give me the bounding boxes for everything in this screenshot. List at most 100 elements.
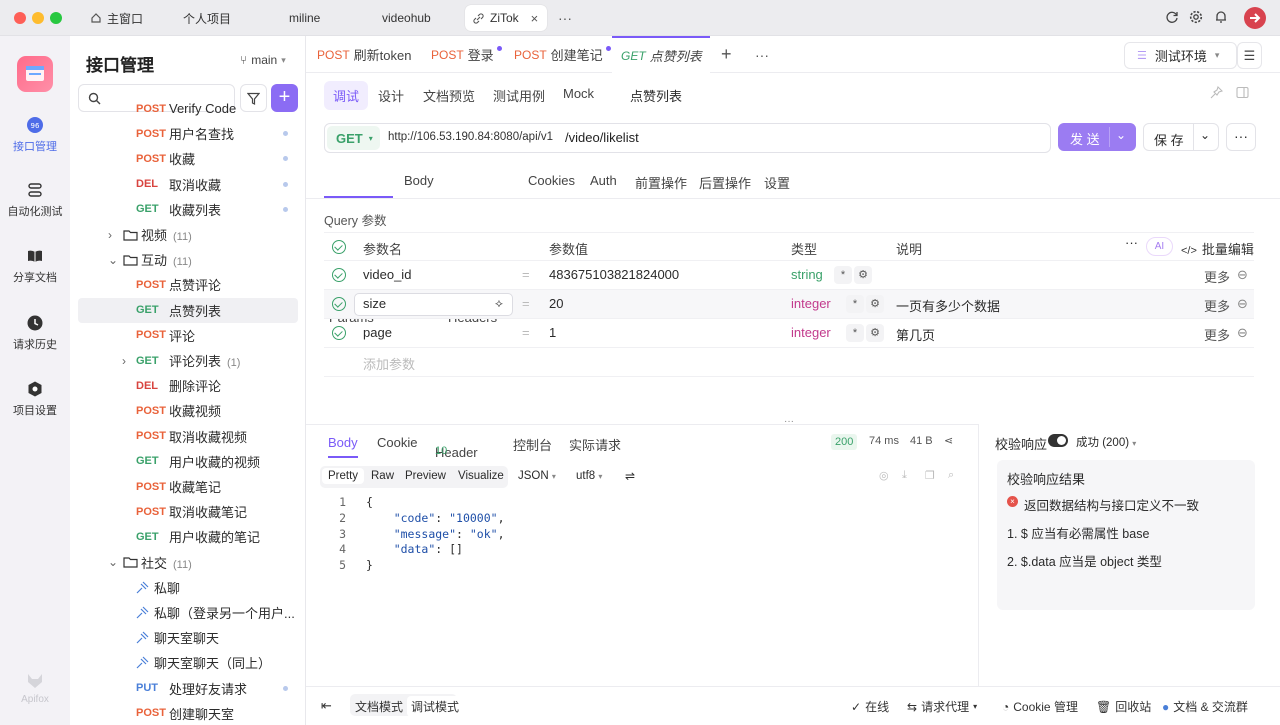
project-logo[interactable] (17, 56, 53, 92)
format-pretty[interactable]: Pretty (322, 468, 365, 484)
chevron-down-icon[interactable]: ⌄ (108, 555, 118, 569)
tree-folder[interactable]: ⌄ 社交 (11) (78, 550, 298, 575)
encoding-selector[interactable]: utf8 ▾ (576, 470, 602, 482)
request-tab-login[interactable]: POST 登录 (431, 36, 502, 73)
debug-mode-button[interactable]: 调试模式 (407, 696, 464, 717)
more-actions-button[interactable]: ··· (1226, 123, 1256, 151)
param-more-button[interactable]: 更多 (1204, 325, 1230, 344)
add-param-row[interactable]: 添加参数 (324, 348, 1254, 377)
validate-toggle[interactable] (1048, 434, 1068, 447)
param-type[interactable]: integer (791, 296, 831, 311)
recycle-bin-button[interactable]: 🗑 回收站 (1096, 698, 1151, 715)
rail-item-api[interactable]: 96 接口管理 (0, 116, 70, 154)
format-preview[interactable]: Preview (405, 470, 446, 482)
response-tab-actual-request[interactable]: 实际请求 (569, 435, 621, 454)
request-tab-create-note[interactable]: POST 创建笔记 (514, 36, 611, 73)
param-type[interactable]: string (791, 267, 823, 282)
remove-param-icon[interactable]: ⊖ (1237, 296, 1248, 312)
docs-community-button[interactable]: ● 文档 & 交流群 (1162, 698, 1248, 715)
param-name[interactable]: video_id (363, 267, 411, 282)
close-window-button[interactable] (14, 12, 26, 24)
tree-item[interactable]: PUT 处理好友请求 (78, 676, 298, 701)
subnav-design[interactable]: 设计 (378, 86, 404, 105)
tab-pre-actions[interactable]: 前置操作 (635, 173, 687, 192)
window-tab-home[interactable]: 主窗口 (90, 5, 143, 31)
collapse-sidebar-icon[interactable]: ⇤ (321, 698, 332, 714)
bulk-edit-button[interactable]: </> 批量编辑 (1181, 239, 1254, 258)
param-checkbox[interactable] (332, 268, 346, 282)
tree-item[interactable]: GET 点赞列表 (78, 297, 298, 323)
panel-toggle-icon[interactable] (1236, 86, 1249, 99)
subnav-test-cases[interactable]: 测试用例 (493, 86, 545, 105)
param-name[interactable]: size (363, 296, 386, 311)
rail-item-settings[interactable]: 项目设置 (0, 380, 70, 418)
minimize-window-button[interactable] (32, 12, 44, 24)
tab-cookies[interactable]: Cookies (528, 173, 575, 188)
subnav-debug[interactable]: 调试 (324, 81, 369, 110)
tree-item[interactable]: POST 评论 (78, 323, 298, 348)
tree-item[interactable]: DEL 取消收藏 (78, 172, 298, 197)
tree-item[interactable]: 私聊 (78, 575, 298, 600)
tree-item[interactable]: GET 用户收藏的笔记 (78, 524, 298, 549)
wrap-icon[interactable]: ⇌ (625, 469, 635, 483)
send-button[interactable]: 发 送 ⌄ (1058, 123, 1136, 151)
tree-item[interactable]: GET 用户收藏的视频 (78, 449, 298, 474)
subnav-doc-preview[interactable]: 文档预览 (423, 86, 475, 105)
pin-icon[interactable] (1210, 86, 1223, 99)
download-icon[interactable]: ⤓ (902, 469, 907, 482)
chevron-right-icon[interactable]: › (122, 354, 126, 368)
rail-item-automation[interactable]: 自动化测试 (0, 181, 70, 219)
format-raw[interactable]: Raw (371, 470, 394, 482)
more-request-tabs-button[interactable]: ··· (755, 36, 769, 73)
menu-button[interactable]: ☰ (1237, 42, 1262, 69)
tab-post-actions[interactable]: 后置操作 (699, 173, 751, 192)
required-toggle[interactable]: * (846, 295, 864, 313)
window-tab-videohub[interactable]: videohub (382, 5, 431, 31)
refresh-icon[interactable] (1165, 10, 1179, 24)
subnav-mock[interactable]: Mock (563, 86, 594, 101)
tree-item[interactable]: 私聊（登录另一个用户... (78, 600, 298, 625)
tab-auth[interactable]: Auth (590, 173, 617, 188)
settings-toggle-icon[interactable]: ⚙ (866, 295, 884, 313)
format-visualize[interactable]: Visualize (458, 470, 504, 482)
response-tab-cookie[interactable]: Cookie (377, 435, 417, 450)
save-button[interactable]: 保 存 ⌄ (1143, 123, 1219, 151)
tree-item[interactable]: POST 创建聊天室 (78, 701, 298, 725)
tree-item[interactable]: POST Verify Code (78, 96, 298, 121)
branch-selector[interactable]: ⑂ main ▾ (240, 53, 286, 67)
rail-item-history[interactable]: 请求历史 (0, 314, 70, 352)
remove-param-icon[interactable]: ⊖ (1237, 325, 1248, 341)
tree-item[interactable]: POST 取消收藏视频 (78, 424, 298, 449)
param-name[interactable]: page (363, 325, 392, 340)
tree-item[interactable]: 聊天室聊天 (78, 625, 298, 650)
response-tab-console[interactable]: 控制台 (513, 435, 552, 454)
more-columns-button[interactable]: ··· (1125, 235, 1138, 250)
rail-item-share-docs[interactable]: 分享文档 (0, 247, 70, 285)
param-more-button[interactable]: 更多 (1204, 267, 1230, 286)
required-toggle[interactable]: * (846, 324, 864, 342)
window-tab-personal[interactable]: 个人项目 (183, 5, 231, 31)
param-description[interactable]: 第几页 (896, 325, 935, 344)
tree-item[interactable]: 聊天室聊天（同上） (78, 650, 298, 675)
ai-button[interactable]: AI (1146, 237, 1173, 256)
tree-item[interactable]: GET 收藏列表 (78, 197, 298, 222)
request-tab-like-list[interactable]: GET 点赞列表 (612, 36, 710, 73)
required-toggle[interactable]: * (834, 266, 852, 284)
doc-mode-button[interactable]: 文档模式 (355, 698, 403, 715)
tree-item[interactable]: POST 取消收藏笔记 (78, 499, 298, 524)
gear-icon[interactable] (1189, 10, 1203, 24)
param-icon[interactable]: ⟡ (495, 296, 503, 311)
bell-icon[interactable] (1214, 10, 1228, 24)
copy-icon[interactable]: ❐ (925, 469, 935, 482)
request-tab-refresh-token[interactable]: POST 刷新token (317, 36, 411, 73)
window-tab-miline[interactable]: miline (289, 5, 320, 31)
param-value[interactable]: 483675103821824000 (549, 267, 679, 282)
tree-item[interactable]: POST 点赞评论 (78, 272, 298, 297)
online-status[interactable]: ✓ 在线 (851, 698, 889, 715)
avatar[interactable] (1244, 7, 1266, 29)
settings-toggle-icon[interactable]: ⚙ (854, 266, 872, 284)
chevron-down-icon[interactable]: ⌄ (1116, 128, 1126, 142)
more-tabs-button[interactable]: ··· (558, 5, 572, 31)
new-tab-button[interactable]: + (721, 36, 732, 73)
tree-item[interactable]: › GET 评论列表 (1) (78, 348, 298, 373)
